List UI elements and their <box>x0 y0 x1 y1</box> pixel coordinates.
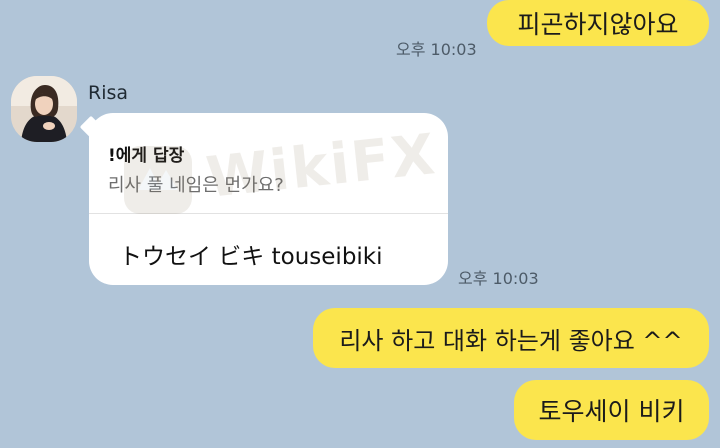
reply-divider <box>89 213 448 214</box>
message-timestamp: 오후 10:03 <box>458 269 539 288</box>
quoted-message[interactable]: 리사 풀 네임은 먼가요? <box>108 171 284 197</box>
reply-to-label: !에게 답장 <box>108 146 185 166</box>
message-text: 피곤하지않아요 <box>517 10 679 39</box>
message-text: 리사 하고 대화 하는게 좋아요 ^^ <box>339 326 683 355</box>
chat-area: 피곤하지않아요 오후 10:03 Risa !에게 답장 리사 풀 네임은 먼가… <box>0 0 720 448</box>
outgoing-message[interactable]: 리사 하고 대화 하는게 좋아요 ^^ <box>313 308 709 368</box>
sender-name: Risa <box>88 82 129 104</box>
sender-avatar[interactable] <box>11 76 77 142</box>
message-text: トウセイ ビキ touseibiki <box>119 244 383 270</box>
message-text: 토우세이 비키 <box>538 397 685 426</box>
outgoing-message[interactable]: 피곤하지않아요 <box>487 0 709 46</box>
incoming-reply-message[interactable]: !에게 답장 리사 풀 네임은 먼가요? トウセイ ビキ touseibiki <box>89 113 448 285</box>
message-timestamp: 오후 10:03 <box>396 40 477 59</box>
outgoing-message[interactable]: 토우세이 비키 <box>514 380 709 440</box>
